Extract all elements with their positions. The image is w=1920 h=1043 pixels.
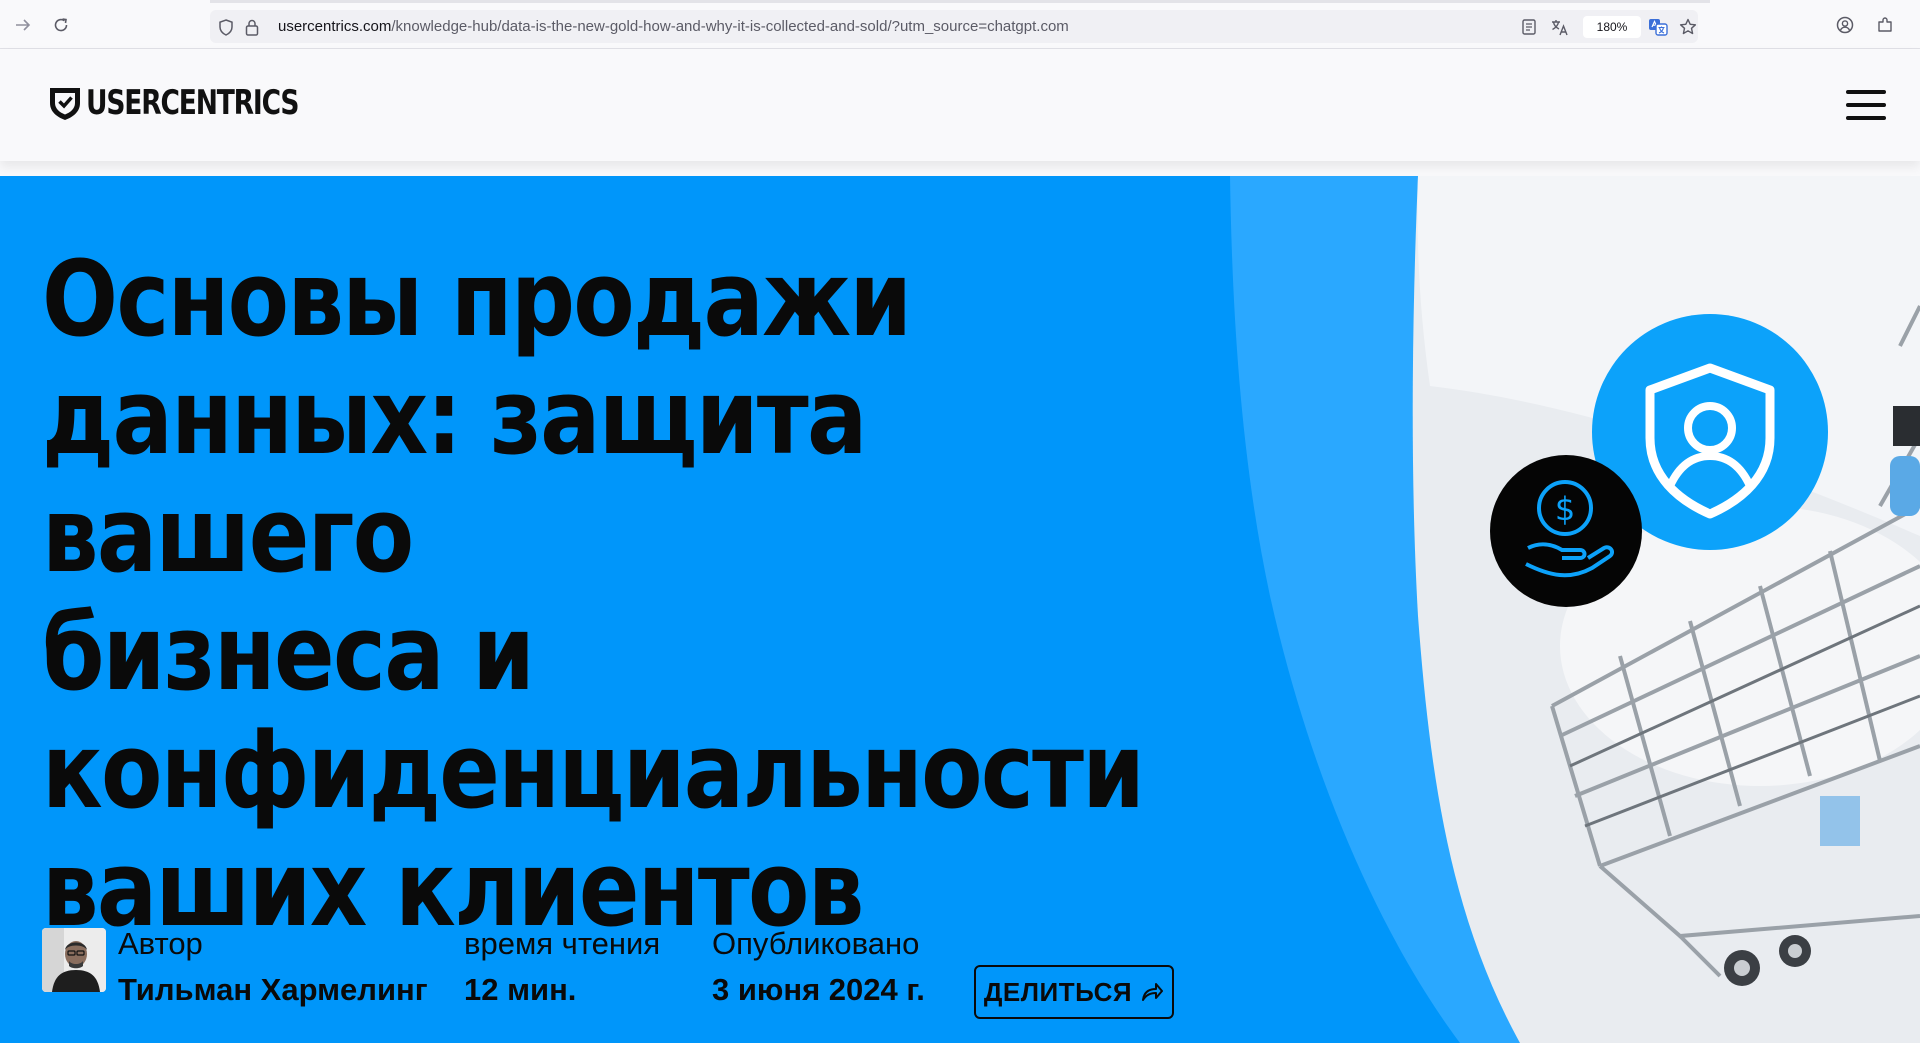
bookmark-star-icon (1679, 18, 1697, 35)
title-line: бизнеса и (42, 592, 535, 714)
logo-text: USERCENTRICS (86, 83, 300, 123)
back-arrow-icon (16, 19, 31, 31)
url-path: /knowledge-hub/data-is-the-new-gold-how-… (391, 18, 1069, 35)
money-hand-icon: $ (1490, 455, 1642, 607)
translate-button[interactable] (1550, 17, 1570, 37)
main-menu-button[interactable] (1846, 90, 1886, 120)
url-domain: usercentrics.com (278, 18, 392, 35)
usercentrics-shield-logo-icon (50, 88, 80, 120)
site-info-button[interactable] (242, 17, 262, 37)
title-line: конфиденциальности (42, 710, 1145, 832)
translate-icon (1552, 19, 1568, 35)
reading-time-value: 12 мин. (464, 972, 577, 1007)
svg-text:$: $ (1555, 490, 1575, 528)
account-button[interactable] (1832, 12, 1858, 38)
lock-icon (245, 19, 259, 36)
translate-page-icon (1649, 19, 1668, 36)
reader-view-icon (1522, 19, 1536, 35)
reload-button[interactable] (48, 12, 74, 38)
author-label: Автор (118, 926, 203, 961)
address-bar[interactable]: usercentrics.com/knowledge-hub/data-is-t… (210, 10, 1698, 43)
published-date: 3 июня 2024 г. (712, 972, 925, 1007)
account-icon (1836, 16, 1854, 34)
published-label: Опубликовано (712, 926, 920, 961)
hamburger-line (1846, 103, 1886, 107)
extensions-icon (1878, 17, 1892, 32)
shield-tracking-icon (219, 18, 233, 36)
reader-view-button[interactable] (1519, 17, 1539, 37)
author-photo-image (42, 928, 106, 992)
bookmark-button[interactable] (1678, 17, 1698, 37)
author-name[interactable]: Тильман Хармелинг (118, 972, 428, 1008)
author-avatar[interactable] (42, 928, 106, 992)
share-button[interactable]: ДЕЛИТЬСЯ (974, 965, 1174, 1019)
article-hero: $ Основы продажи данных: защита вашего б… (0, 176, 1920, 1043)
hamburger-menu-icon (1846, 90, 1886, 94)
zoom-level-badge[interactable]: 180% (1583, 16, 1641, 38)
article-meta: Автор Тильман Хармелинг время чтения 12 … (42, 926, 1242, 1026)
hamburger-line (1846, 116, 1886, 120)
title-line: Основы продажи (42, 238, 912, 360)
reload-icon (54, 18, 68, 32)
url-text[interactable]: usercentrics.com/knowledge-hub/data-is-t… (278, 18, 1069, 35)
forward-button[interactable] (10, 12, 36, 38)
reading-time-label: время чтения (464, 926, 661, 961)
translate-page-button[interactable] (1648, 17, 1668, 37)
browser-toolbar: usercentrics.com/knowledge-hub/data-is-t… (0, 0, 1920, 49)
share-button-label: ДЕЛИТЬСЯ (983, 976, 1133, 1007)
usercentrics-logo[interactable]: USERCENTRICS (48, 83, 358, 123)
tracking-protection-button[interactable] (216, 17, 236, 37)
title-line: данных: защита вашего (42, 356, 867, 596)
share-arrow-icon (1142, 983, 1164, 1001)
tab-strip-edge (210, 0, 1710, 3)
site-header: USERCENTRICS (0, 49, 1920, 161)
article-title: Основы продажи данных: защита вашего биз… (42, 238, 1145, 948)
extensions-button[interactable] (1872, 12, 1898, 38)
